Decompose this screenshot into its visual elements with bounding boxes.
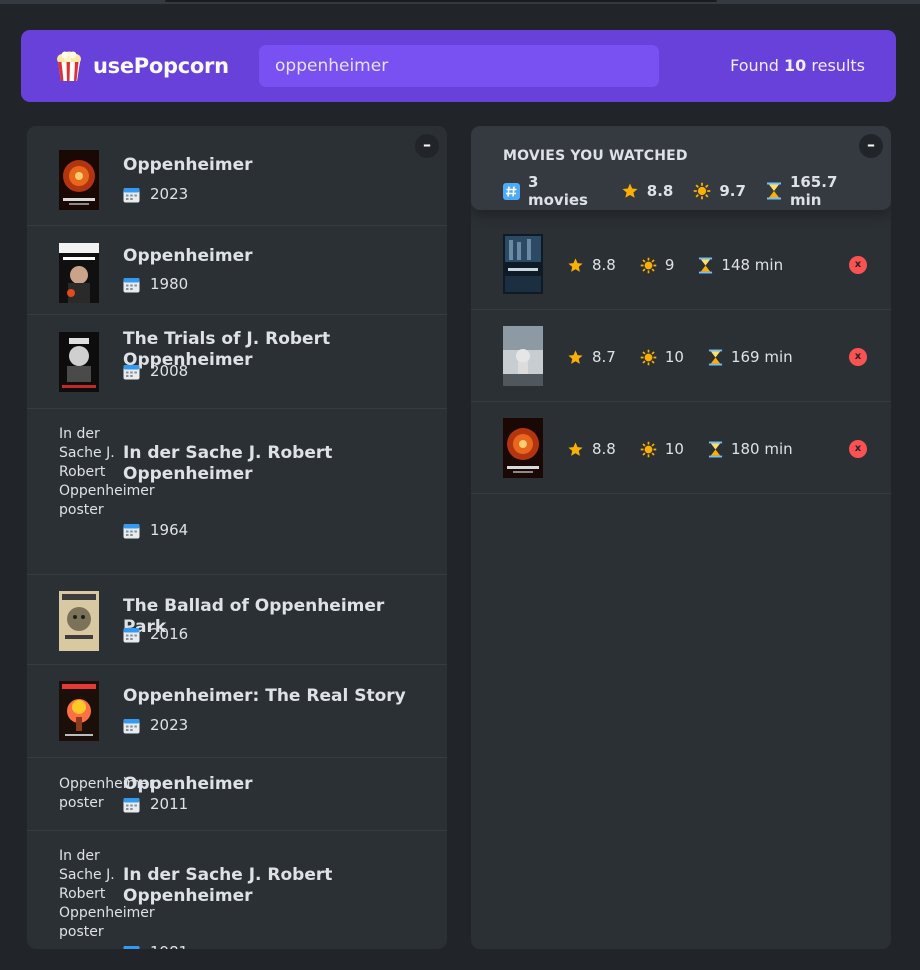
calendar-icon — [123, 276, 140, 293]
results-suffix: results — [811, 56, 865, 75]
movie-title: Oppenheimer: The Real Story — [123, 686, 406, 706]
movie-year: 1980 — [123, 275, 188, 293]
logo: usePopcorn — [53, 50, 229, 82]
movie-year: 2023 — [123, 716, 188, 734]
list-item[interactable]: The Trials of J. Robert Oppenheimer 2008 — [27, 315, 447, 409]
delete-button[interactable]: x — [849, 440, 867, 458]
movie-title: Oppenheimer — [123, 155, 253, 175]
popcorn-icon — [53, 50, 85, 82]
watched-item[interactable]: 8.7 10 169 min x — [471, 310, 891, 402]
search-results-box: – Oppenheimer 2023 Oppenheimer 1980 The … — [27, 126, 447, 949]
summary-imdb-avg: 8.8 — [646, 182, 674, 200]
sun-icon — [693, 182, 711, 200]
calendar-icon — [123, 522, 140, 539]
movie-year: 2023 — [123, 185, 188, 203]
movie-year: 2016 — [123, 625, 188, 643]
watched-item[interactable]: 8.8 9 148 min x — [471, 218, 891, 310]
movie-title: In der Sache J. Robert Oppenheimer — [123, 865, 333, 906]
scrollbar[interactable] — [165, 0, 717, 2]
list-item[interactable]: In der Sache J. Robert Oppenheimer poste… — [27, 831, 447, 949]
list-item[interactable]: Oppenheimer: The Real Story 2023 — [27, 665, 447, 758]
watched-stats: 8.7 10 169 min — [567, 310, 817, 402]
watched-summary: MOVIES YOU WATCHED 3 movies 8.8 9.7 165.… — [471, 126, 891, 210]
watched-item[interactable]: 8.8 10 180 min x — [471, 402, 891, 494]
nav-bar: usePopcorn Found 10 results — [21, 30, 896, 102]
delete-button[interactable]: x — [849, 348, 867, 366]
poster-alt-text: In der Sache J. Robert Oppenheimer poste… — [59, 426, 155, 518]
movie-poster — [503, 418, 543, 478]
list-item[interactable]: In der Sache J. Robert Oppenheimer poste… — [27, 409, 447, 575]
calendar-icon — [123, 796, 140, 813]
movie-year: 2008 — [123, 362, 188, 380]
movie-year: 1964 — [123, 521, 188, 539]
star-icon — [567, 349, 584, 366]
results-number: 10 — [784, 56, 807, 75]
browser-top-strip — [0, 0, 920, 4]
collapse-watched-button[interactable]: – — [859, 134, 883, 158]
summary-heading: MOVIES YOU WATCHED — [503, 148, 688, 164]
results-prefix: Found — [730, 56, 779, 75]
collapse-results-button[interactable]: – — [415, 134, 439, 158]
movie-title: Oppenheimer — [123, 774, 253, 794]
movie-poster — [59, 243, 99, 303]
movie-poster — [503, 326, 543, 386]
hourglass-icon — [698, 257, 713, 274]
summary-stats: 3 movies 8.8 9.7 165.7 min — [503, 173, 891, 209]
calendar-icon — [123, 186, 140, 203]
movie-poster — [59, 332, 99, 392]
movie-title: In der Sache J. Robert Oppenheimer — [123, 443, 333, 484]
calendar-icon — [123, 626, 140, 643]
brand-name: usePopcorn — [93, 54, 229, 78]
movie-year: 1981 — [123, 943, 188, 949]
watched-stats: 8.8 10 180 min — [567, 402, 817, 494]
sun-icon — [640, 257, 657, 274]
star-icon — [621, 182, 639, 200]
calendar-icon — [123, 363, 140, 380]
calendar-icon — [123, 944, 140, 949]
movie-poster — [59, 150, 99, 210]
delete-button[interactable]: x — [849, 256, 867, 274]
summary-runtime-avg: 165.7 min — [789, 173, 838, 209]
sun-icon — [640, 441, 657, 458]
watched-stats: 8.8 9 148 min — [567, 218, 807, 310]
movie-poster — [503, 234, 543, 294]
list-item[interactable]: The Ballad of Oppenheimer Park 2016 — [27, 575, 447, 665]
movie-poster — [59, 681, 99, 741]
star-icon — [567, 441, 584, 458]
poster-alt-text: In der Sache J. Robert Oppenheimer poste… — [59, 848, 155, 940]
movie-year: 2011 — [123, 795, 188, 813]
summary-count: 3 movies — [528, 173, 588, 209]
hourglass-icon — [708, 349, 723, 366]
watched-list: 8.8 9 148 min x 8.7 10 169 min x 8.8 10 … — [471, 218, 891, 494]
hourglass-icon — [766, 182, 782, 200]
list-item[interactable]: Oppenheimer 1980 — [27, 226, 447, 315]
hash-icon — [503, 182, 520, 200]
movie-title: Oppenheimer — [123, 246, 253, 266]
summary-user-avg: 9.7 — [719, 182, 746, 200]
results-count: Found 10 results — [730, 56, 865, 75]
list-item[interactable]: Oppenheimer poster Oppenheimer 2011 — [27, 758, 447, 831]
search-input[interactable] — [259, 45, 659, 87]
watched-box: MOVIES YOU WATCHED 3 movies 8.8 9.7 165.… — [471, 126, 891, 949]
sun-icon — [640, 349, 657, 366]
hourglass-icon — [708, 441, 723, 458]
calendar-icon — [123, 717, 140, 734]
star-icon — [567, 257, 584, 274]
list-item[interactable]: Oppenheimer 2023 — [27, 126, 447, 226]
movie-poster — [59, 591, 99, 651]
